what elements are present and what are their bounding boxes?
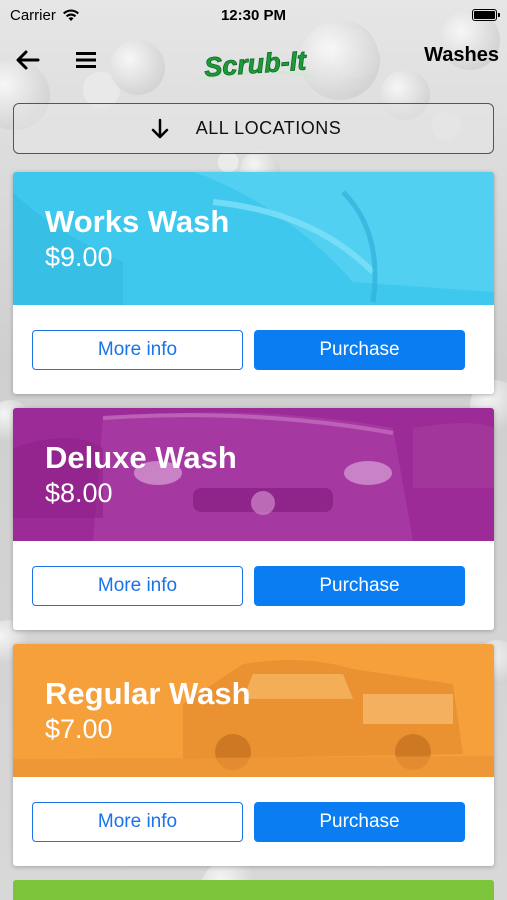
battery-icon: [472, 9, 500, 21]
more-info-button[interactable]: More info: [32, 566, 243, 606]
purchase-button[interactable]: Purchase: [254, 330, 465, 370]
carrier-label: Carrier: [10, 6, 56, 24]
more-info-button[interactable]: More info: [32, 330, 243, 370]
status-bar: Carrier 12:30 PM: [0, 0, 507, 30]
purchase-button[interactable]: Purchase: [254, 566, 465, 606]
wash-price: $7.00: [45, 714, 113, 744]
wash-name: Regular Wash: [45, 676, 251, 711]
page-title: Washes: [424, 44, 499, 66]
wash-card-regular: Regular Wash $7.00 More info Purchase: [13, 644, 494, 866]
hamburger-menu-icon[interactable]: [72, 46, 100, 74]
location-selector[interactable]: ALL LOCATIONS: [13, 103, 494, 154]
wash-card-works: Works Wash $9.00 More info Purchase: [13, 172, 494, 394]
nav-bar: Scrub-It Washes: [0, 30, 507, 90]
purchase-button[interactable]: Purchase: [254, 802, 465, 842]
wash-banner: Regular Wash $7.00: [13, 644, 494, 777]
wash-banner: Deluxe Wash $8.00: [13, 408, 494, 541]
wash-price: $8.00: [45, 478, 113, 508]
svg-text:Scrub-It: Scrub-It: [203, 45, 308, 82]
wash-name: Deluxe Wash: [45, 440, 237, 475]
wash-card-deluxe: Deluxe Wash $8.00 More info Purchase: [13, 408, 494, 630]
wash-price: $9.00: [45, 242, 113, 272]
location-label: ALL LOCATIONS: [195, 118, 342, 138]
more-info-button[interactable]: More info: [32, 802, 243, 842]
scrub-it-logo: Scrub-It: [195, 45, 315, 83]
wash-banner: Works Wash $9.00: [13, 172, 494, 305]
wash-name: Works Wash: [45, 204, 230, 239]
arrow-down-icon: [151, 118, 169, 139]
wifi-icon: [62, 8, 79, 21]
arrow-left-icon[interactable]: [14, 46, 42, 74]
wash-card-next[interactable]: [13, 880, 494, 900]
